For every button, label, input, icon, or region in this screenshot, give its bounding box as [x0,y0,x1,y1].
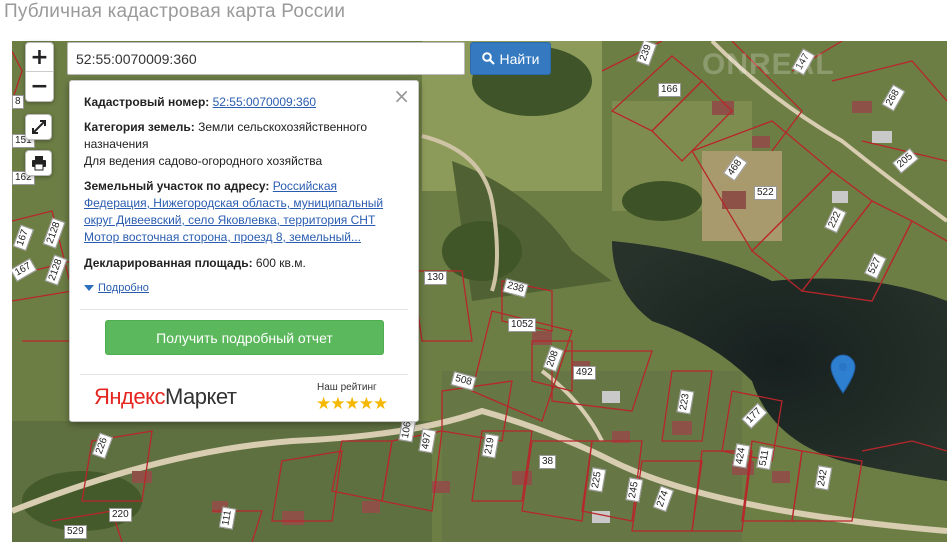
plot-label: 492 [573,366,596,380]
parcel-info-popup: × Кадастровый номер: 52:55:0070009:360 К… [69,80,419,422]
divider [80,374,408,375]
area-row: Декларированная площадь: 600 кв.м. [84,255,404,272]
area-value: 600 кв.м. [255,256,306,270]
cadastral-number-label: Кадастровый номер: [84,95,210,109]
address-row: Земельный участок по адресу: Российская … [84,178,404,246]
cadastral-number-row: Кадастровый номер: 52:55:0070009:360 [84,94,404,111]
printer-icon [31,156,46,171]
land-category-label: Категория земель: [84,120,195,134]
print-button[interactable] [25,150,52,176]
details-link[interactable]: Подробно [84,282,149,294]
expand-icon [31,120,46,134]
details-link-label: Подробно [98,282,149,294]
land-category-row: Категория земель: Земли сельскохозяйстве… [84,119,404,153]
search-button[interactable]: Найти [470,42,551,75]
search-button-label: Найти [499,50,540,67]
address-label: Земельный участок по адресу: [84,179,270,193]
zoom-in-button[interactable]: + [26,43,53,72]
plot-label: 166 [658,83,681,97]
land-usage-value: Для ведения садово-огородного хозяйства [84,154,323,168]
zoom-control: + − [25,42,54,102]
map-pin-icon[interactable] [830,354,856,394]
cadastral-number-link[interactable]: 52:55:0070009:360 [213,95,316,109]
plot-label: 130 [424,271,447,285]
watermark: ONREAL [702,48,835,81]
plot-label: 8 [12,95,24,109]
page-title: Публичная кадастровая карта России [4,1,346,22]
zoom-out-button[interactable]: − [26,72,53,101]
search-icon [481,52,495,65]
rating-stars: ★★★★★ [316,394,388,414]
plot-label: 529 [64,525,87,539]
search-input[interactable] [67,42,465,75]
chevron-down-icon [84,285,94,291]
get-report-button[interactable]: Получить подробный отчет [105,320,384,355]
divider [80,309,408,310]
plot-label: 220 [109,508,132,522]
fullscreen-button[interactable] [25,114,52,140]
plot-label: 522 [754,186,777,200]
yandex-market-logo[interactable]: ЯндексМаркет [94,384,237,410]
plot-label: 38 [539,455,557,469]
plot-label: 1052 [508,318,537,332]
area-label: Декларированная площадь: [84,256,253,270]
rating-label: Наш рейтинг [317,382,377,393]
